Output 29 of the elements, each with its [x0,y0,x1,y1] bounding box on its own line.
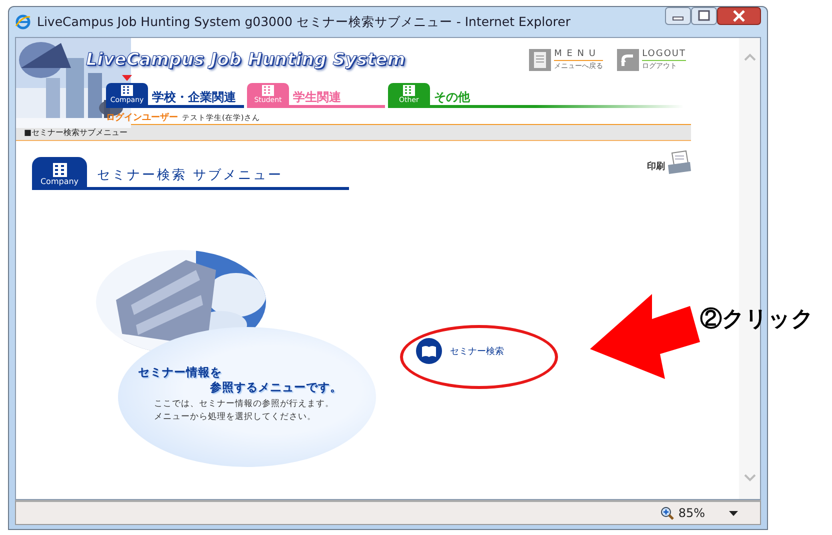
print-button[interactable]: 印刷 [647,149,692,175]
zoom-icon[interactable] [660,506,674,520]
dropdown-caret-icon[interactable] [729,510,738,516]
site-logo: LiveCampus Job Hunting System [86,50,406,70]
annotation-label: ②クリック [700,305,814,333]
intro-heading: 参照するメニューです。 [209,380,343,395]
close-button[interactable] [717,7,761,25]
intro-text: ここでは、セミナー情報の参照が行えます。 [154,398,335,411]
menu-link[interactable]: セミナー検索 [450,344,504,358]
menu-link[interactable]: M E N U [554,48,604,60]
minimize-button[interactable] [665,7,691,25]
login-label: ログインユーザー [106,112,178,124]
building-icon [119,85,135,96]
zoom-level[interactable]: 85% [678,506,705,520]
document-icon[interactable] [529,48,552,70]
heading-badge-label: Company [40,177,79,187]
book-icon[interactable] [416,338,442,364]
maximize-button[interactable] [691,7,717,25]
intro-text: メニューから処理を選択してください。 [154,411,317,424]
page-heading: セミナー検索 サブメニュー [97,167,284,184]
logout-link[interactable]: LOGOUT [642,48,686,60]
printer-icon [666,149,692,175]
building-icon [260,85,276,96]
window-title: LiveCampus Job Hunting System g03000 セミナー検索サブメニュー - Internet Explorer [37,14,570,30]
breadcrumb: ■セミナー検索サブメニュー [24,127,128,138]
browser-logo-icon [15,14,31,30]
selected-marker-icon [122,75,132,81]
intro-heading: セミナー情報を [138,365,223,380]
building-icon [401,85,417,96]
